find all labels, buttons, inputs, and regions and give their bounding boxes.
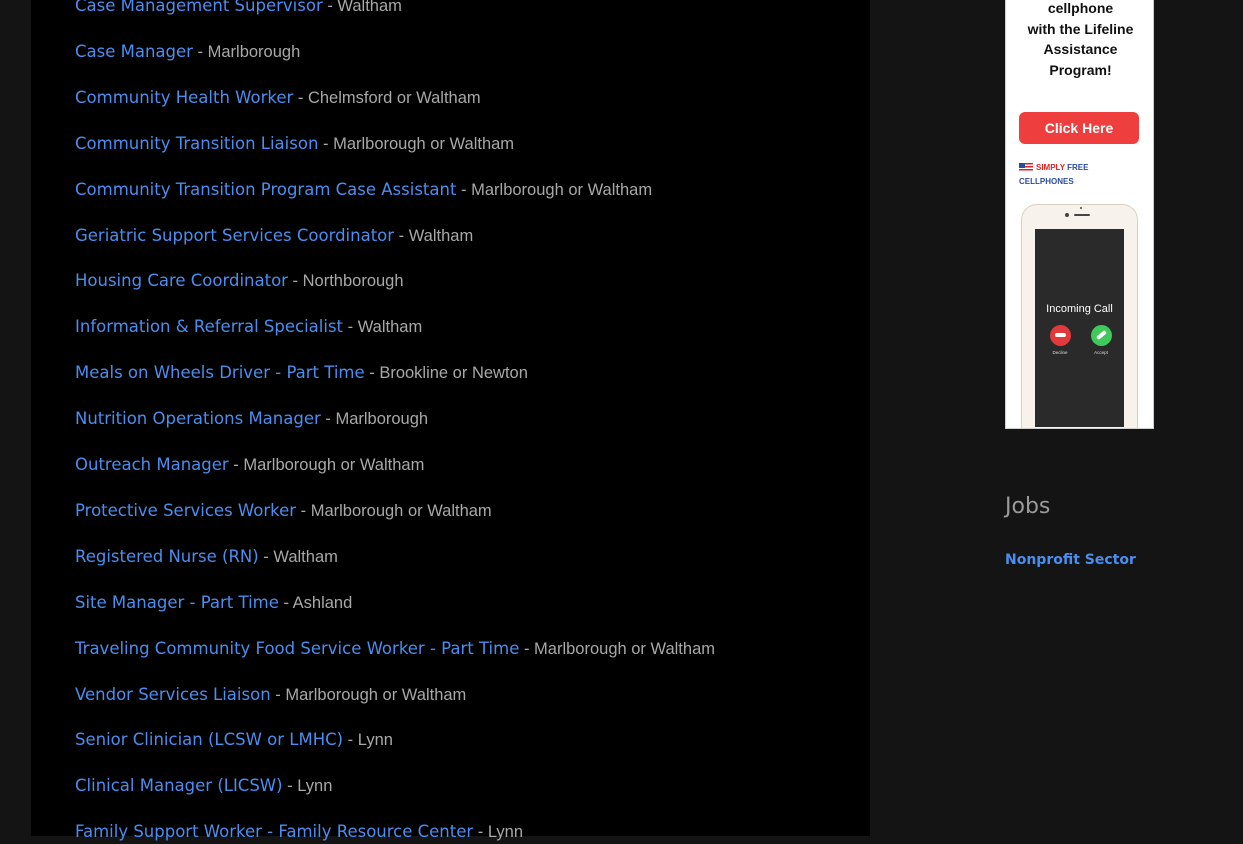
job-location: Marlborough or Waltham [534, 639, 715, 658]
ad-brand-logo: SIMPLY FREE CELLPHONES [1019, 161, 1144, 186]
job-location: Marlborough [335, 410, 429, 429]
job-listing: Vendor Services Liaison - Marlborough or… [75, 683, 466, 707]
job-separator: - [473, 823, 488, 842]
job-title-link[interactable]: Community Transition Program Case Assist… [75, 180, 456, 199]
job-location: Northborough [302, 272, 404, 291]
job-title-link[interactable]: Community Health Worker [75, 88, 293, 107]
job-separator: - [320, 410, 336, 429]
job-separator: - [519, 639, 535, 658]
job-listing: Geriatric Support Services Coordinator -… [75, 224, 473, 248]
job-separator: - [287, 272, 303, 291]
job-location: Marlborough or Waltham [310, 501, 492, 520]
ad-line: Assistance [1043, 41, 1118, 57]
job-listing: Nutrition Operations Manager - Marlborou… [75, 407, 428, 431]
job-listing: Case Management Supervisor - Waltham [75, 0, 402, 18]
ad-click-here-button[interactable]: Click Here [1019, 112, 1139, 144]
decline-call-icon [1050, 325, 1071, 346]
job-listing: Housing Care Coordinator - Northborough [75, 269, 404, 293]
job-separator: - [282, 777, 298, 796]
job-listing: Community Transition Liaison - Marlborou… [75, 132, 514, 156]
job-separator: - [192, 42, 208, 61]
nonprofit-sector-link[interactable]: Nonprofit Sector [1005, 552, 1136, 568]
ad-brand-part1: SIMPLY [1036, 163, 1065, 172]
job-location: Waltham [357, 318, 423, 337]
job-separator: - [293, 88, 308, 107]
job-location: Lynn [357, 731, 393, 750]
job-separator: - [278, 593, 293, 612]
job-location: Lynn [297, 777, 333, 796]
job-separator: - [322, 0, 338, 15]
job-title-link[interactable]: Meals on Wheels Driver - Part Time [75, 363, 365, 382]
job-listing: Registered Nurse (RN) - Waltham [75, 545, 338, 569]
us-flag-icon [1019, 163, 1033, 173]
job-title-link[interactable]: Case Manager [75, 42, 193, 61]
incoming-call-text: Incoming Call [1046, 303, 1113, 315]
job-listing: Clinical Manager (LICSW) - Lynn [75, 774, 332, 798]
job-location: Ashland [292, 593, 353, 612]
job-location: Waltham [273, 547, 338, 566]
job-location: Lynn [487, 823, 524, 842]
ad-line: Program! [1049, 61, 1112, 78]
job-location: Waltham [337, 0, 402, 15]
job-title-link[interactable]: Senior Clinician (LCSW or LMHC) [75, 730, 343, 749]
lifeline-ad-banner[interactable]: cellphone with the Lifeline Assistance P… [1005, 0, 1154, 429]
job-title-link[interactable]: Case Management Supervisor [75, 0, 323, 15]
phone-speaker-icon [1074, 214, 1090, 216]
job-listing: Outreach Manager - Marlborough or Waltha… [75, 453, 424, 477]
job-separator: - [258, 547, 274, 566]
job-listing: Protective Services Worker - Marlborough… [75, 499, 492, 523]
job-separator: - [456, 180, 472, 199]
job-title-link[interactable]: Protective Services Worker [75, 501, 296, 520]
ad-line: with the Lifeline [1027, 20, 1134, 37]
job-title-link[interactable]: Outreach Manager [75, 455, 229, 474]
job-separator: - [394, 226, 409, 245]
job-separator: - [270, 685, 286, 704]
job-location: Marlborough or Waltham [243, 456, 425, 474]
job-separator: - [343, 731, 358, 750]
accept-call-icon [1091, 325, 1112, 346]
job-title-link[interactable]: Nutrition Operations Manager [75, 409, 321, 428]
job-title-link[interactable]: Geriatric Support Services Coordinator [75, 226, 394, 245]
job-listing: Information & Referral Specialist - Walt… [75, 315, 422, 339]
job-location: Waltham [408, 226, 474, 245]
phone-camera-icon [1065, 213, 1069, 217]
job-separator: - [228, 456, 244, 474]
job-title-link[interactable]: Clinical Manager (LICSW) [75, 776, 283, 795]
job-location: Marlborough or Waltham [285, 685, 467, 704]
job-listing: Family Support Worker - Family Resource … [75, 820, 523, 844]
job-separator: - [364, 364, 380, 383]
job-listing: Case Manager - Marlborough [75, 40, 300, 64]
job-title-link[interactable]: Site Manager - Part Time [75, 593, 279, 612]
jobs-heading: Jobs [1005, 494, 1051, 519]
job-title-link[interactable]: Family Support Worker - Family Resource … [75, 822, 473, 841]
phone-image: Incoming Call Decline Accept [1021, 204, 1138, 428]
job-listing: Site Manager - Part Time - Ashland [75, 591, 352, 615]
job-listing: Community Health Worker - Chelmsford or … [75, 86, 481, 110]
accept-label: Accept [1094, 350, 1108, 355]
job-location: Brookline or Newton [379, 364, 528, 383]
job-title-link[interactable]: Information & Referral Specialist [75, 317, 343, 336]
phone-sensor-icon [1080, 207, 1082, 209]
job-listing: Senior Clinician (LCSW or LMHC) - Lynn [75, 728, 393, 752]
job-listing: Meals on Wheels Driver - Part Time - Bro… [75, 361, 528, 385]
job-location: Chelmsford or Waltham [307, 88, 481, 107]
job-location: Marlborough [207, 42, 301, 61]
job-title-link[interactable]: Registered Nurse (RN) [75, 547, 259, 566]
decline-label: Decline [1052, 350, 1068, 355]
ad-line: cellphone [1047, 0, 1114, 16]
job-location: Marlborough or Waltham [471, 180, 653, 199]
phone-screen: Incoming Call Decline Accept [1035, 229, 1124, 427]
job-title-link[interactable]: Traveling Community Food Service Worker … [75, 639, 519, 658]
job-title-link[interactable]: Housing Care Coordinator [75, 271, 288, 290]
ad-headline: cellphone with the Lifeline Assistance P… [1006, 0, 1153, 80]
job-separator: - [296, 501, 311, 520]
job-title-link[interactable]: Vendor Services Liaison [75, 685, 271, 704]
job-separator: - [343, 318, 358, 337]
job-listing: Community Transition Program Case Assist… [75, 178, 652, 202]
job-title-link[interactable]: Community Transition Liaison [75, 134, 318, 153]
job-separator: - [318, 134, 334, 153]
job-location: Marlborough or Waltham [333, 134, 515, 153]
job-listing: Traveling Community Food Service Worker … [75, 637, 715, 661]
